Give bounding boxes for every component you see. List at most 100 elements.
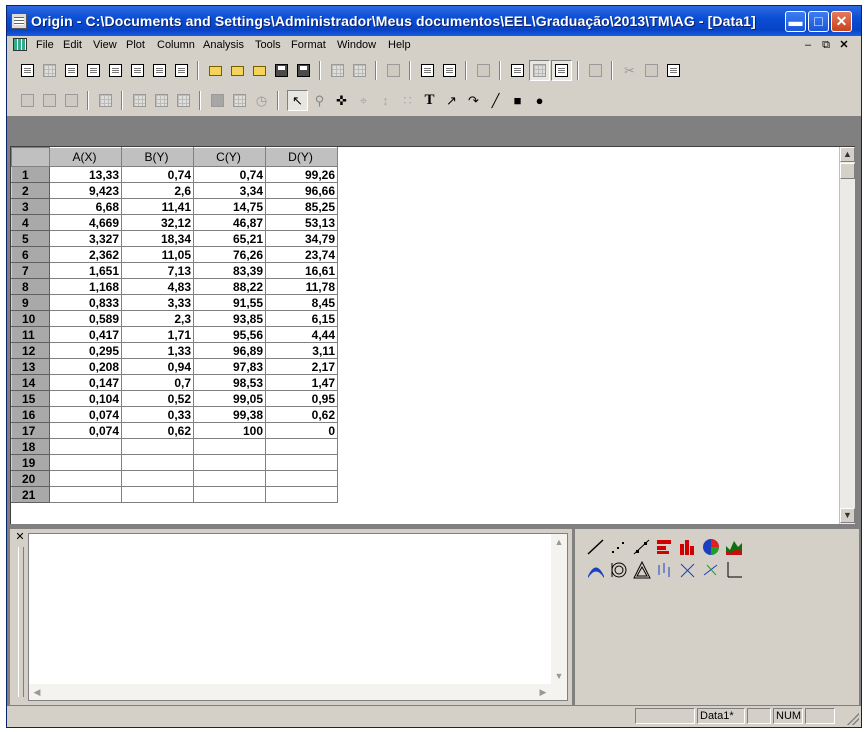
zoom-out-icon[interactable] — [39, 90, 60, 111]
data-selector-icon[interactable]: ↕ — [375, 90, 396, 111]
text-tool-icon[interactable]: T — [419, 90, 440, 111]
chevron-up-icon[interactable]: ▲ — [551, 534, 567, 550]
data-cell[interactable]: 0,589 — [49, 310, 122, 327]
new-notes-icon[interactable] — [171, 60, 192, 81]
data-cell[interactable]: 0,417 — [49, 326, 122, 343]
menu-tools[interactable]: Tools — [255, 39, 281, 51]
row-header[interactable]: 4 — [11, 214, 50, 231]
data-cell[interactable]: 8,45 — [265, 294, 338, 311]
script-window-icon[interactable] — [529, 60, 550, 81]
column-plot-icon[interactable] — [676, 535, 698, 557]
row-header[interactable]: 18 — [11, 438, 50, 455]
new-layout-icon[interactable] — [149, 60, 170, 81]
origin-app-icon[interactable] — [11, 13, 27, 29]
data-cell[interactable]: 3,327 — [49, 230, 122, 247]
data-cell[interactable]: 4,83 — [121, 278, 194, 295]
data-cell[interactable] — [193, 438, 266, 455]
chevron-right-icon[interactable]: ▶ — [535, 684, 551, 700]
data-cell[interactable]: 0,52 — [121, 390, 194, 407]
column-header-b[interactable]: B(Y) — [121, 147, 194, 167]
data-cell[interactable]: 0,147 — [49, 374, 122, 391]
row-header[interactable]: 13 — [11, 358, 50, 375]
data-cell[interactable]: 65,21 — [193, 230, 266, 247]
data-cell[interactable]: 83,39 — [193, 262, 266, 279]
data-cell[interactable]: 97,83 — [193, 358, 266, 375]
menu-format[interactable]: Format — [291, 39, 326, 51]
data-cell[interactable]: 1,33 — [121, 342, 194, 359]
data-cell[interactable]: 91,55 — [193, 294, 266, 311]
data-cell[interactable]: 9,423 — [49, 182, 122, 199]
zoom-icon[interactable]: ⚲ — [309, 90, 330, 111]
code-builder-icon[interactable] — [551, 60, 572, 81]
worksheet-icon[interactable] — [13, 38, 27, 51]
data-cell[interactable]: 1,651 — [49, 262, 122, 279]
data-cell[interactable] — [49, 486, 122, 503]
data-cell[interactable]: 1,47 — [265, 374, 338, 391]
zoom-in-icon[interactable] — [17, 90, 38, 111]
menu-edit[interactable]: Edit — [63, 39, 82, 51]
row-header[interactable]: 9 — [11, 294, 50, 311]
data-cell[interactable] — [121, 486, 194, 503]
title-bar[interactable]: Origin - C:\Documents and Settings\Admin… — [7, 6, 861, 36]
data-display-icon[interactable] — [229, 90, 250, 111]
data-cell[interactable]: 0,833 — [49, 294, 122, 311]
corner-cell[interactable] — [11, 147, 50, 167]
open-icon[interactable] — [205, 60, 226, 81]
data-cell[interactable] — [49, 454, 122, 471]
data-cell[interactable] — [49, 470, 122, 487]
open-excel-icon[interactable] — [249, 60, 270, 81]
row-header[interactable]: 5 — [11, 230, 50, 247]
script-text-area[interactable]: ▲ ▼ ◀ ▶ — [28, 533, 568, 701]
data-cell[interactable]: 0,208 — [49, 358, 122, 375]
data-cell[interactable]: 4,669 — [49, 214, 122, 231]
data-cell[interactable]: 100 — [193, 422, 266, 439]
project-explorer-icon[interactable] — [473, 60, 494, 81]
data-cell[interactable]: 2,362 — [49, 246, 122, 263]
data-cell[interactable]: 3,33 — [121, 294, 194, 311]
results-log-icon[interactable] — [507, 60, 528, 81]
row-header[interactable]: 3 — [11, 198, 50, 215]
column-header-c[interactable]: C(Y) — [193, 147, 266, 167]
new-matrix-icon[interactable] — [105, 60, 126, 81]
chevron-down-icon[interactable]: ▼ — [551, 668, 567, 684]
data-cell[interactable]: 76,26 — [193, 246, 266, 263]
data-cell[interactable]: 23,74 — [265, 246, 338, 263]
merge-icon[interactable] — [129, 90, 150, 111]
data-cell[interactable]: 99,38 — [193, 406, 266, 423]
new-function-icon[interactable] — [127, 60, 148, 81]
mdi-close-icon[interactable]: ✕ — [837, 38, 851, 52]
data-cell[interactable]: 99,26 — [265, 166, 338, 183]
worksheet-data1[interactable]: A(X) B(Y) C(Y) D(Y) 1 13,33 0,74 0,74 99,26 2… — [10, 146, 855, 524]
save-project-icon[interactable] — [271, 60, 292, 81]
worksheet-vertical-scrollbar[interactable]: ▲ ▼ — [839, 147, 855, 524]
row-header[interactable]: 21 — [11, 486, 50, 503]
horizontal-bar-icon[interactable] — [653, 535, 675, 557]
save-template-icon[interactable] — [293, 60, 314, 81]
data-cell[interactable]: 1,168 — [49, 278, 122, 295]
data-cell[interactable]: 0,95 — [265, 390, 338, 407]
new-project-icon[interactable] — [17, 60, 38, 81]
data-cell[interactable]: 96,89 — [193, 342, 266, 359]
column-header-a[interactable]: A(X) — [49, 147, 122, 167]
scroll-thumb[interactable] — [840, 163, 855, 179]
data-cell[interactable]: 14,75 — [193, 198, 266, 215]
print-icon[interactable] — [383, 60, 404, 81]
vector-xyxy-icon[interactable] — [699, 558, 721, 580]
data-cell[interactable]: 46,87 — [193, 214, 266, 231]
data-cell[interactable]: 11,41 — [121, 198, 194, 215]
import-ascii-icon[interactable] — [327, 60, 348, 81]
menu-analysis[interactable]: Analysis — [203, 39, 244, 51]
template-icon[interactable] — [722, 558, 744, 580]
data-cell[interactable]: 0,62 — [265, 406, 338, 423]
data-cell[interactable]: 0,7 — [121, 374, 194, 391]
mdi-restore-icon[interactable]: ⧉ — [819, 38, 833, 52]
data-cell[interactable]: 53,13 — [265, 214, 338, 231]
data-cell[interactable]: 0,104 — [49, 390, 122, 407]
cut-icon[interactable]: ✂ — [619, 60, 640, 81]
data-cell[interactable] — [265, 470, 338, 487]
data-cell[interactable]: 99,05 — [193, 390, 266, 407]
data-cell[interactable]: 1,71 — [121, 326, 194, 343]
whole-page-icon[interactable] — [61, 90, 82, 111]
row-header[interactable]: 12 — [11, 342, 50, 359]
data-cell[interactable] — [121, 470, 194, 487]
